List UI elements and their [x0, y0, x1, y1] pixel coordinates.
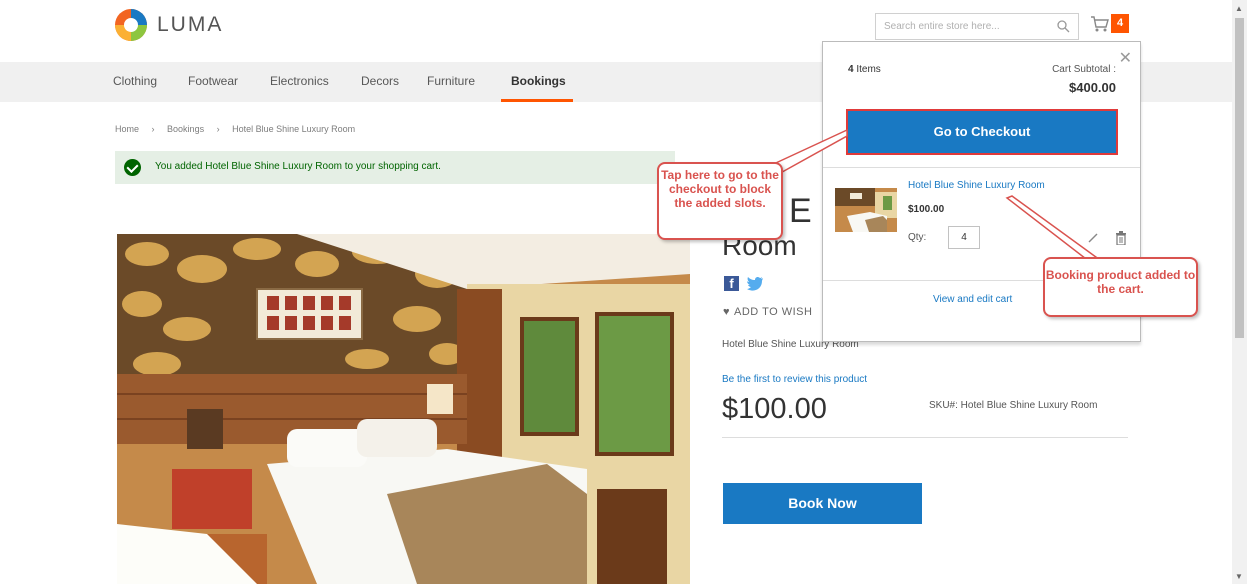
breadcrumb-home[interactable]: Home [115, 124, 139, 134]
scroll-down-icon[interactable]: ▼ [1235, 572, 1243, 581]
nav-item-decors[interactable]: Decors [361, 74, 399, 88]
cart-icon[interactable] [1090, 14, 1110, 34]
success-message: You added Hotel Blue Shine Luxury Room t… [115, 151, 675, 184]
go-to-checkout-button[interactable]: Go to Checkout [846, 109, 1118, 155]
trash-icon[interactable] [1115, 231, 1127, 245]
view-and-edit-cart-link[interactable]: View and edit cart [933, 294, 1012, 305]
nav-item-footwear[interactable]: Footwear [188, 74, 238, 88]
cart-item-thumbnail[interactable] [835, 188, 897, 232]
items-count-label: Items [856, 64, 881, 75]
page: LUMA Search entire store here... 4 Cloth… [0, 0, 1247, 584]
nav-item-electronics[interactable]: Electronics [270, 74, 329, 88]
cart-item-annotation: Booking product added to the cart. [1043, 257, 1198, 317]
cart-subtotal-label: Cart Subtotal : [1052, 64, 1116, 75]
search-input[interactable]: Search entire store here... [875, 13, 1079, 40]
review-link[interactable]: Be the first to review this product [722, 374, 867, 385]
scrollbar-thumb[interactable] [1235, 18, 1244, 338]
social-share: f [724, 276, 764, 291]
vertical-scrollbar[interactable]: ▲ ▼ [1232, 0, 1247, 584]
divider [823, 167, 1140, 168]
logo-text: LUMA [157, 13, 224, 36]
product-image[interactable] [117, 234, 690, 584]
luma-logo-icon [115, 9, 147, 41]
search-placeholder: Search entire store here... [884, 21, 1000, 32]
twitter-icon[interactable] [747, 276, 764, 291]
breadcrumb-separator: › [151, 124, 155, 134]
breadcrumb-separator: › [216, 124, 220, 134]
facebook-icon[interactable]: f [724, 276, 739, 291]
nav-item-furniture[interactable]: Furniture [427, 74, 475, 88]
breadcrumb-bookings[interactable]: Bookings [167, 124, 204, 134]
nav-item-bookings[interactable]: Bookings [511, 74, 566, 88]
close-icon[interactable]: ✕ [1119, 48, 1132, 68]
divider [722, 437, 1128, 438]
wishlist-label: ADD TO WISH [734, 306, 813, 318]
success-check-icon [124, 159, 141, 176]
cart-item-qty-label: Qty: [908, 232, 927, 243]
cart-subtotal-value: $400.00 [1069, 80, 1116, 95]
breadcrumb: Home › Bookings › Hotel Blue Shine Luxur… [115, 124, 365, 134]
cart-item-qty-input[interactable]: 4 [948, 226, 980, 249]
site-logo[interactable]: LUMA [113, 7, 223, 43]
product-price: $100.00 [722, 393, 827, 425]
breadcrumb-current: Hotel Blue Shine Luxury Room [232, 124, 356, 134]
minicart-items-count: 4 Items [848, 64, 881, 75]
heart-icon: ♥ [723, 306, 731, 318]
nav-item-clothing[interactable]: Clothing [113, 74, 157, 88]
items-count-number: 4 [848, 64, 854, 75]
checkout-annotation: Tap here to go to the checkout to block … [657, 162, 783, 240]
edit-icon[interactable] [1088, 233, 1098, 243]
product-sku: SKU#: Hotel Blue Shine Luxury Room [929, 400, 1098, 411]
cart-item-name[interactable]: Hotel Blue Shine Luxury Room [908, 180, 1045, 191]
cart-item-price: $100.00 [908, 204, 945, 215]
scroll-up-icon[interactable]: ▲ [1235, 4, 1243, 13]
add-to-wishlist-link[interactable]: ♥ ADD TO WISH [723, 306, 812, 318]
book-now-button[interactable]: Book Now [723, 483, 922, 524]
cart-count-badge[interactable]: 4 [1111, 14, 1129, 33]
success-message-text: You added Hotel Blue Shine Luxury Room t… [155, 161, 441, 172]
search-icon[interactable] [1056, 19, 1070, 33]
nav-active-indicator [501, 99, 573, 102]
